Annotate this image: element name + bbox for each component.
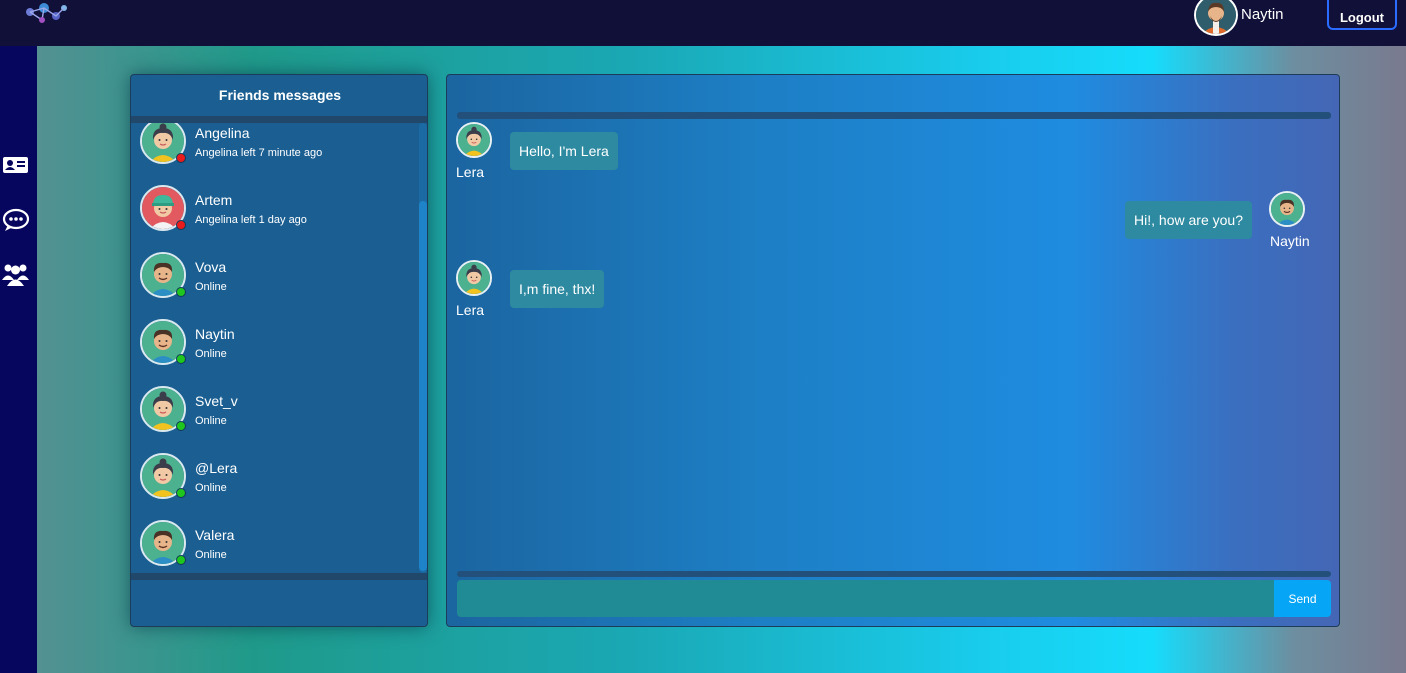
current-user-name: Naytin (1241, 6, 1284, 23)
logout-button[interactable]: Logout (1327, 0, 1397, 30)
friend-name: @Lera (195, 460, 238, 476)
friends-list[interactable]: Angelina Angelina left 7 minute ago Artem A… (131, 123, 427, 573)
online-status-dot (176, 421, 186, 431)
user-avatar[interactable] (1194, 0, 1238, 36)
friend-name: Vova (195, 259, 227, 275)
friend-name: Valera (195, 527, 235, 543)
message-bubble: Hi!, how are you? (1125, 201, 1252, 239)
message-author: Lera (456, 164, 485, 180)
chat-bubble-icon[interactable] (1, 207, 30, 233)
message-bubble: Hello, I'm Lera (510, 132, 618, 170)
friend-list-item[interactable]: Vova Online (131, 252, 416, 312)
message-avatar (456, 260, 492, 296)
offline-status-dot (176, 153, 186, 163)
online-status-dot (176, 354, 186, 364)
friend-name: Svet_v (195, 393, 238, 409)
contact-card-icon[interactable] (1, 152, 30, 178)
friend-list-item[interactable]: Angelina Angelina left 7 minute ago (131, 123, 416, 178)
network-logo-icon[interactable] (22, 0, 70, 26)
message-bubble: I,m fine, thx! (510, 270, 605, 308)
message-author: Naytin (1270, 233, 1310, 249)
chat-panel: Send Lera Hello, I'm Lera Naytin Hi!, how a… (446, 74, 1340, 627)
message-avatar (456, 122, 492, 158)
friend-list-item[interactable]: Valera Online (131, 520, 416, 573)
offline-status-dot (176, 220, 186, 230)
top-bar: Naytin Logout (0, 0, 1406, 46)
message-input[interactable] (457, 580, 1274, 617)
friends-panel: Friends messages Angelina Angelina left 7… (130, 74, 428, 627)
friend-list-item[interactable]: Artem Angelina left 1 day ago (131, 185, 416, 245)
friend-status-text: Online (195, 415, 227, 427)
friend-status-text: Online (195, 482, 227, 494)
friends-scrollbar-thumb[interactable] (419, 201, 427, 571)
friend-status-text: Online (195, 549, 227, 561)
online-status-dot (176, 488, 186, 498)
online-status-dot (176, 287, 186, 297)
friends-panel-title: Friends messages (218, 87, 342, 103)
users-group-icon[interactable] (1, 260, 30, 286)
friend-status-text: Online (195, 348, 227, 360)
friend-list-item[interactable]: @Lera Online (131, 453, 416, 513)
friend-status-text: Angelina left 7 minute ago (195, 147, 323, 159)
sidebar (0, 46, 37, 673)
friend-status-text: Angelina left 1 day ago (195, 214, 307, 226)
friend-name: Artem (195, 192, 233, 208)
friend-name: Angelina (195, 125, 250, 141)
friend-status-text: Online (195, 281, 227, 293)
chat-divider (457, 112, 1331, 119)
online-status-dot (176, 555, 186, 565)
send-button[interactable]: Send (1274, 580, 1331, 617)
friend-list-item[interactable]: Naytin Online (131, 319, 416, 379)
friends-divider (131, 116, 427, 123)
friends-divider (131, 573, 427, 580)
friend-name: Naytin (195, 326, 235, 342)
friend-list-item[interactable]: Svet_v Online (131, 386, 416, 446)
message-avatar (1269, 191, 1305, 227)
message-author: Lera (456, 302, 485, 318)
chat-divider (457, 571, 1331, 577)
